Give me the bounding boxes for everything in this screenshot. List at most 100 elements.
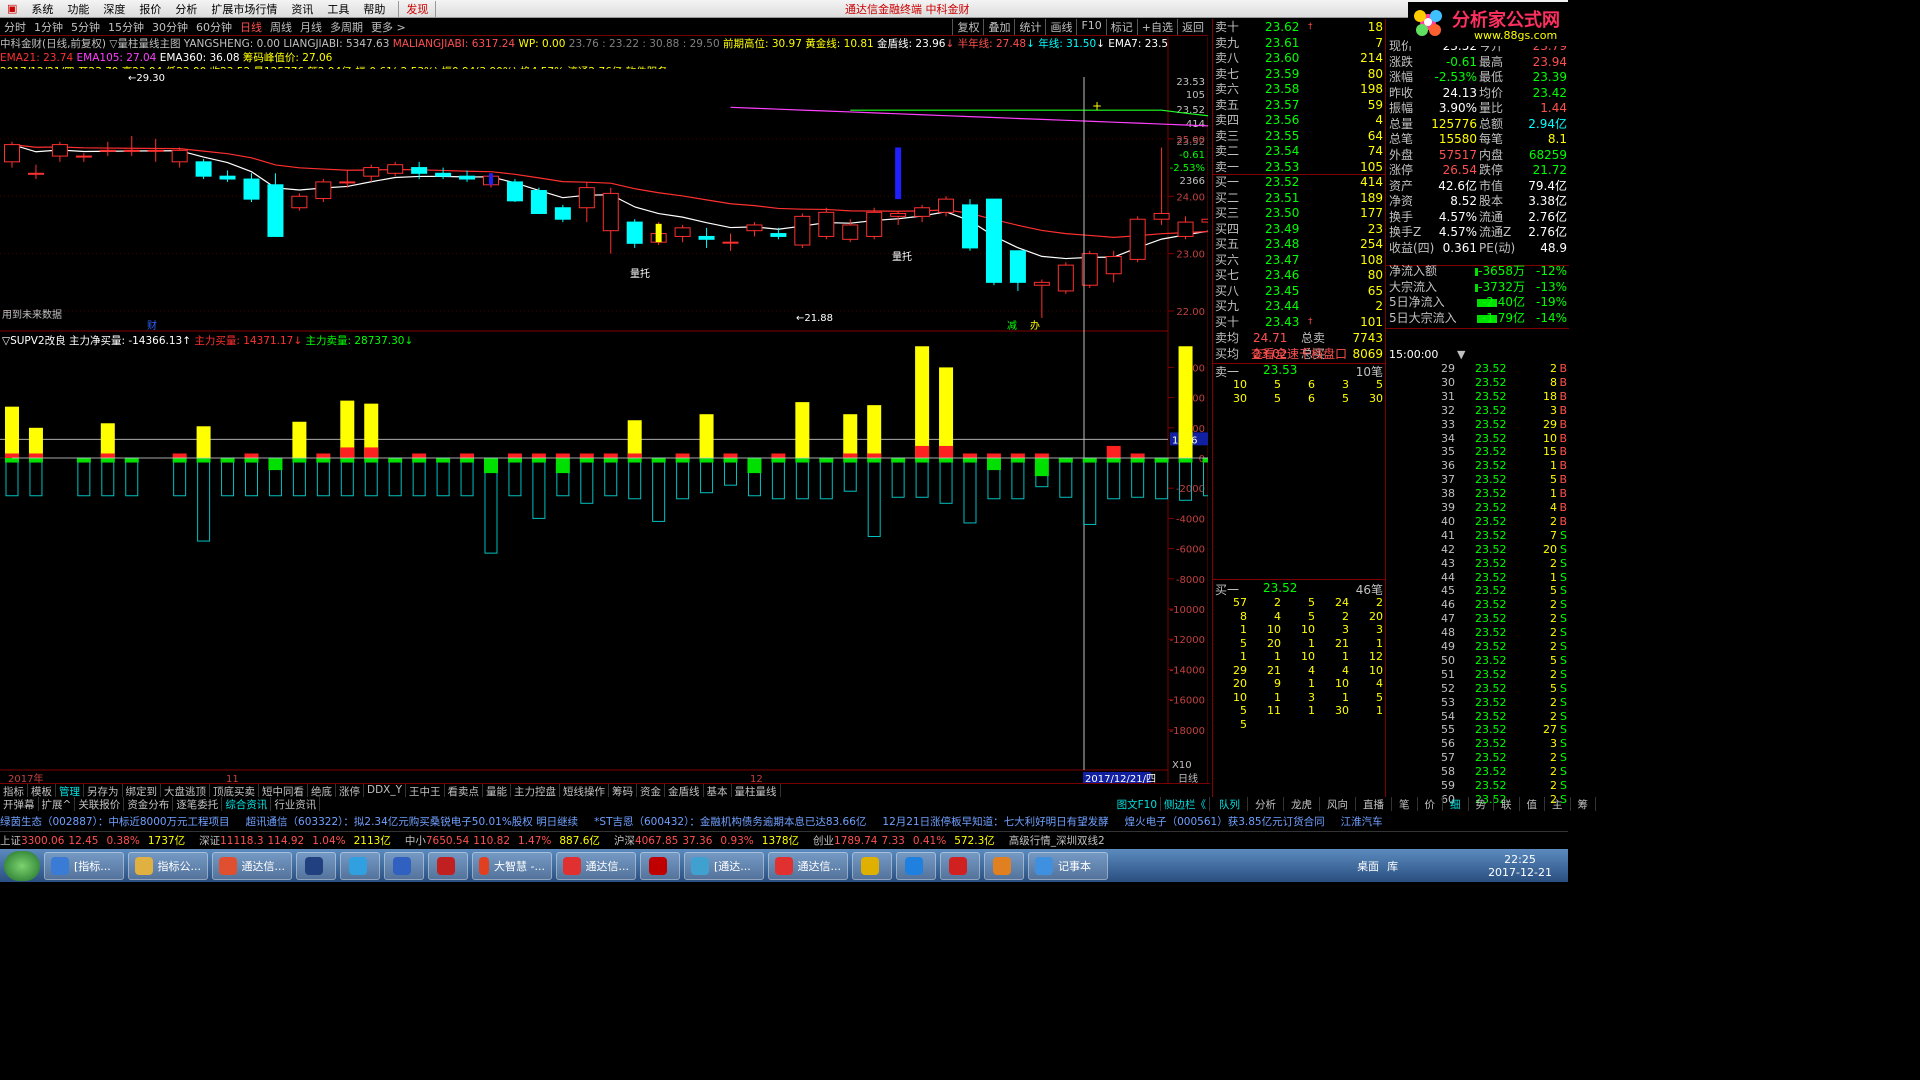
panel-tab[interactable]: 直播 <box>1356 797 1392 811</box>
candle[interactable] <box>1153 212 1170 220</box>
orderbook-row[interactable]: 买六 23.47 108 <box>1213 253 1385 269</box>
taskbar-app[interactable] <box>896 851 936 880</box>
orderbook-row[interactable]: 卖六 23.58 198 <box>1213 82 1385 98</box>
panel-tab[interactable]: 风向 <box>1320 797 1356 811</box>
period-tab[interactable]: 1分钟 <box>30 19 67 35</box>
indicator-tab[interactable]: 量柱量线 <box>732 784 781 798</box>
candle[interactable] <box>267 184 284 237</box>
candle[interactable] <box>1105 256 1122 275</box>
chart-tool-button[interactable]: 复权 <box>952 19 983 35</box>
news-item[interactable]: 江淮汽车 <box>1341 816 1383 828</box>
candle[interactable] <box>1201 218 1208 223</box>
orderbook-row[interactable]: 卖七 23.59 80 <box>1213 67 1385 83</box>
orderbook-row[interactable]: 买四 23.49 23 <box>1213 222 1385 238</box>
panel-tab[interactable]: 势 <box>1469 797 1494 811</box>
period-tab[interactable]: 15分钟 <box>104 19 148 35</box>
candle[interactable] <box>27 172 44 175</box>
indicator-tab[interactable]: 资金 <box>637 784 666 798</box>
indicator-tab[interactable]: 涨停 <box>336 784 364 798</box>
candle[interactable] <box>123 149 140 152</box>
taskbar-app[interactable]: 指标公... <box>128 851 208 880</box>
candle[interactable] <box>746 224 763 232</box>
chart-tool-button[interactable]: F10 <box>1076 19 1105 35</box>
chart-tool-button[interactable]: 返回 <box>1177 19 1208 35</box>
info-tab[interactable]: 关联报价 <box>75 797 125 811</box>
news-item[interactable]: 超讯通信（603322）：拟2.34亿元购买桑锐电子50.01%股权 明日继续 <box>246 816 579 828</box>
candle[interactable] <box>75 155 92 158</box>
orderbook-row[interactable]: 买五 23.48 254 <box>1213 237 1385 253</box>
news-ticker[interactable]: 绿茵生态（002887）：中标近8000万元工程项目 超讯通信（603322）：拟… <box>0 813 1568 831</box>
indicator-tab[interactable]: 基本 <box>704 784 732 798</box>
taskbar-app[interactable]: [通达... <box>684 851 764 880</box>
candle[interactable] <box>459 175 476 180</box>
candle[interactable] <box>1009 250 1026 283</box>
taskbar-app[interactable]: 大智慧 -... <box>472 851 552 880</box>
index-name[interactable]: 创业 <box>813 835 834 847</box>
orderbook-row[interactable]: 买七 23.46 80 <box>1213 268 1385 284</box>
menu-item[interactable]: 分析 <box>168 1 204 17</box>
indicator-tab[interactable]: 大盘逃顶 <box>161 784 210 798</box>
clock[interactable]: 22:25 2017-12-21 <box>1488 853 1552 879</box>
taskbar-app[interactable] <box>940 851 980 880</box>
orderbook-row[interactable]: 卖九 23.61 7 <box>1213 36 1385 52</box>
panel-tab[interactable]: 价 <box>1418 797 1443 811</box>
panel-tab[interactable]: 龙虎 <box>1284 797 1320 811</box>
candle[interactable] <box>722 241 739 244</box>
candle[interactable] <box>195 161 212 177</box>
indicator-tab[interactable]: 短线操作 <box>560 784 610 798</box>
panel-tab[interactable]: 值 <box>1520 797 1545 811</box>
candle[interactable] <box>866 211 883 237</box>
orderbook-row[interactable]: 买一 23.52 414 <box>1213 175 1385 191</box>
candle[interactable] <box>4 144 20 163</box>
taskbar-app[interactable] <box>640 851 680 880</box>
news-item[interactable]: 12月21日涨停板早知道：七大利好明日有望发酵 <box>882 816 1108 828</box>
panel-tab[interactable]: 分析 <box>1248 797 1284 811</box>
menu-item[interactable]: 帮助 <box>356 1 392 17</box>
indicator-tab[interactable]: 绑定到 <box>123 784 161 798</box>
period-tab[interactable]: 60分钟 <box>192 19 236 35</box>
candle[interactable] <box>171 149 188 163</box>
news-item[interactable]: 煌火电子（000561）获3.85亿元订货合同 <box>1125 816 1325 828</box>
menu-item[interactable]: 报价 <box>132 1 168 17</box>
info-tab[interactable]: 开弹幕 <box>0 797 39 811</box>
candle[interactable] <box>506 181 523 202</box>
info-tab[interactable]: 综合资讯 <box>222 797 272 811</box>
indicator-tab[interactable]: 短中同看 <box>259 784 308 798</box>
desktop-toolbar[interactable]: 桌面 <box>1357 858 1379 874</box>
candle[interactable] <box>1177 221 1194 237</box>
indicator-tab[interactable]: 看卖点 <box>445 784 484 798</box>
menu-item[interactable]: 扩展市场行情 <box>204 1 284 17</box>
taskbar-app[interactable] <box>384 851 424 880</box>
candle[interactable] <box>1057 264 1074 292</box>
candle[interactable] <box>985 198 1002 283</box>
chart-tool-button[interactable]: 统计 <box>1014 19 1045 35</box>
candle[interactable] <box>962 204 978 249</box>
orderbook-row[interactable]: 买十 23.43 † 101 <box>1213 315 1385 331</box>
taskbar-app[interactable] <box>296 851 336 880</box>
period-tab[interactable]: 5分钟 <box>67 19 104 35</box>
taskbar-app[interactable] <box>852 851 892 880</box>
chart-tool-button[interactable]: 叠加 <box>983 19 1014 35</box>
taskbar-app[interactable] <box>340 851 380 880</box>
start-button[interactable] <box>4 850 40 881</box>
menu-item[interactable]: 深度 <box>96 1 132 17</box>
candle[interactable] <box>363 167 380 177</box>
chart-area[interactable]: 23.5310523.5241423.52-0.61-2.53%236625.0… <box>0 37 1208 787</box>
chart-tool-button[interactable]: 标记 <box>1105 19 1137 35</box>
panel-tab[interactable]: 筹 <box>1571 797 1596 811</box>
candle[interactable] <box>435 172 452 177</box>
orderbook-row[interactable]: 买八 23.45 65 <box>1213 284 1385 300</box>
candle[interactable] <box>698 235 715 240</box>
panel-tab[interactable]: 笔 <box>1392 797 1418 811</box>
indicator-tab[interactable]: 绝底 <box>308 784 336 798</box>
candle[interactable] <box>411 167 428 174</box>
candle[interactable] <box>243 178 260 200</box>
info-tab[interactable]: 逐笔委托 <box>173 797 223 811</box>
menu-item[interactable]: 资讯 <box>284 1 320 17</box>
panel-tab[interactable]: 队列 <box>1212 797 1248 811</box>
candle[interactable] <box>890 212 907 217</box>
candle[interactable] <box>602 192 619 232</box>
taskbar-app[interactable] <box>984 851 1024 880</box>
period-tab[interactable]: 更多 > <box>367 19 410 35</box>
info-tab[interactable]: 行业资讯 <box>271 797 321 811</box>
